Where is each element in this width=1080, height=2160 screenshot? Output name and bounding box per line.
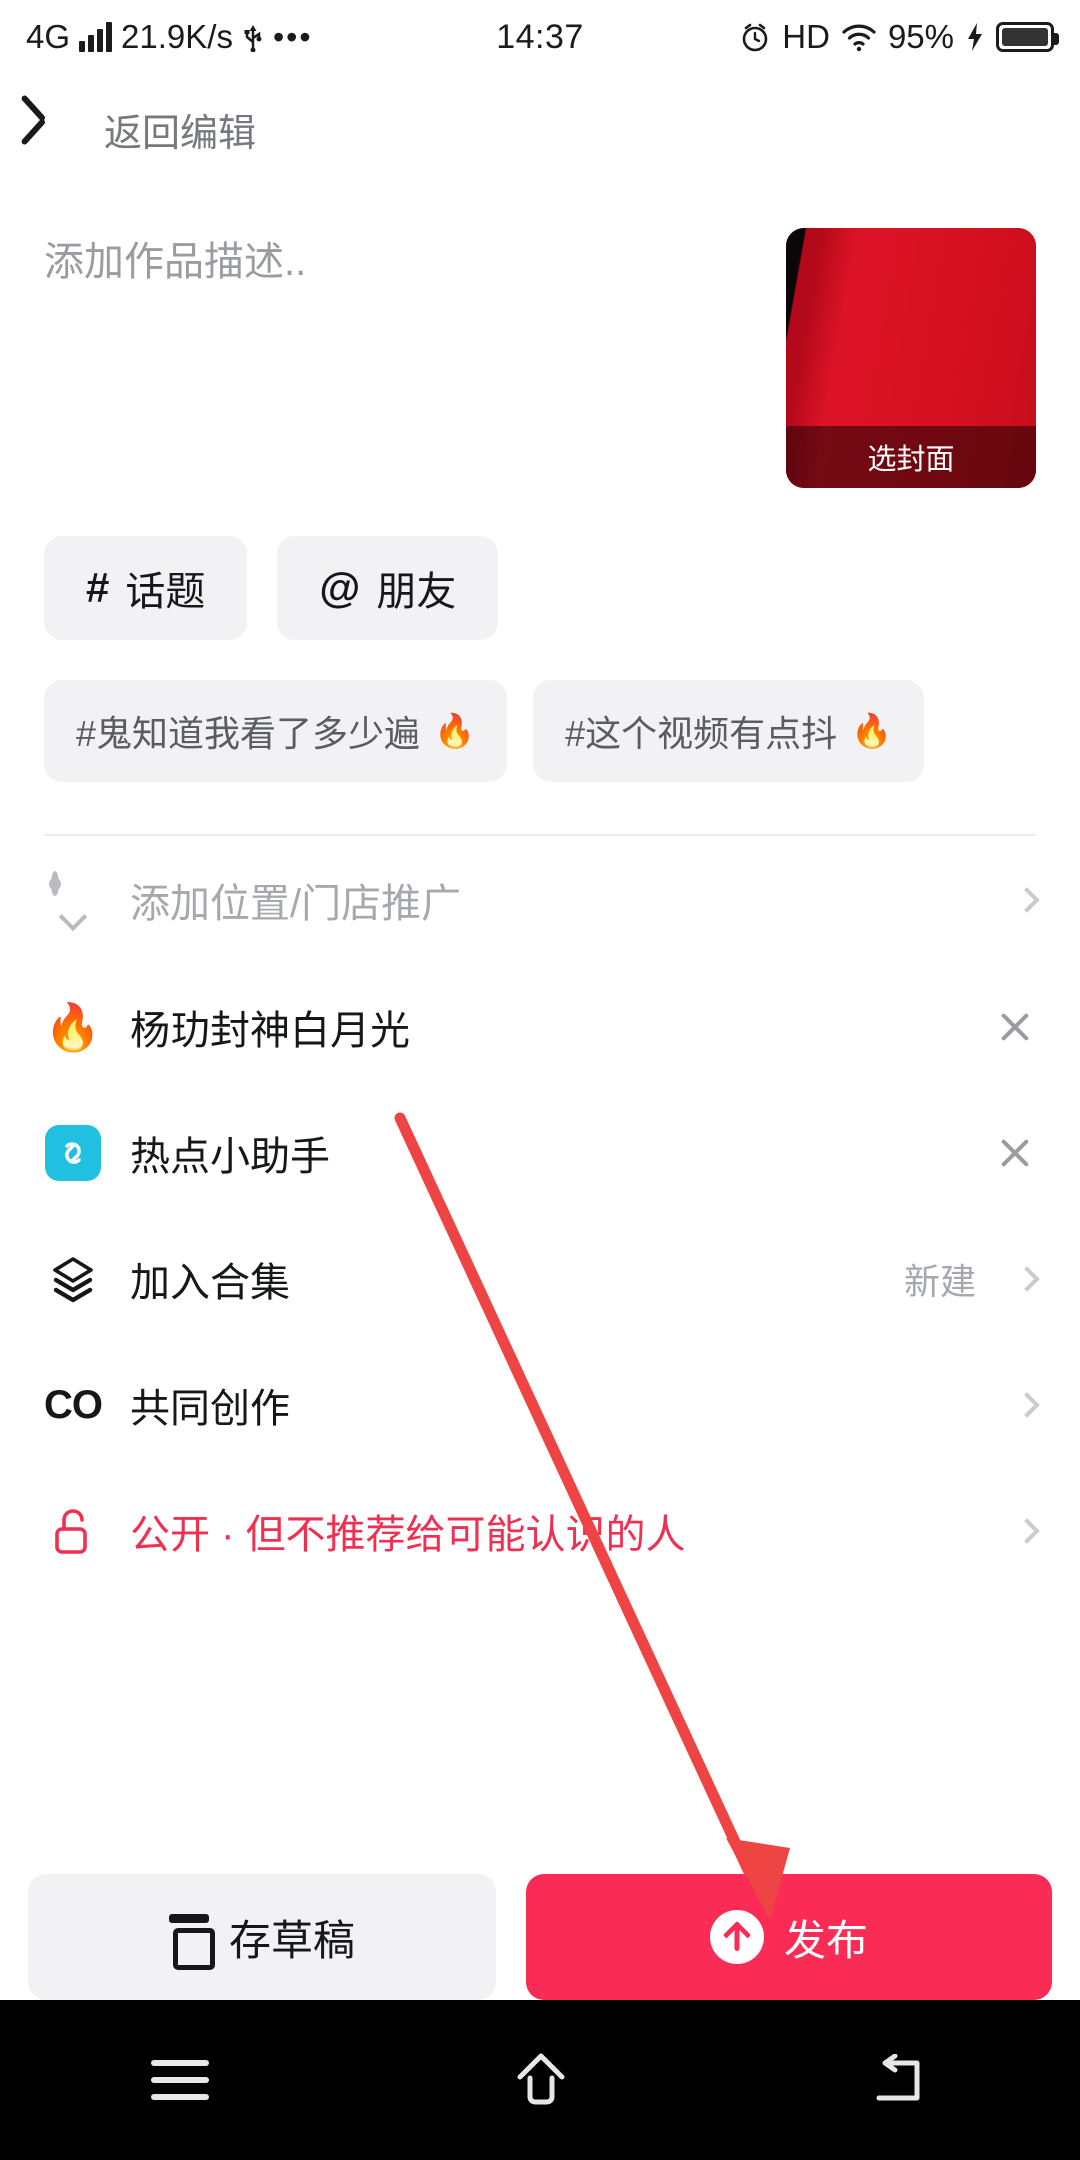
select-cover-button[interactable]: 选封面 — [786, 426, 1036, 488]
topic-chip-label: 话题 — [125, 570, 206, 614]
at-icon: @ — [319, 564, 361, 611]
suggested-hashtag[interactable]: #这个视频有点抖 🔥 — [533, 680, 925, 782]
back-glyph-icon — [876, 2053, 920, 2101]
alarm-icon — [742, 23, 768, 52]
home-icon[interactable] — [510, 2050, 572, 2110]
flame-icon: 🔥 — [434, 711, 476, 749]
suggested-hashtag-label: #这个视频有点抖 — [565, 713, 838, 754]
co-icon: CO — [44, 1382, 103, 1427]
chevron-right-icon[interactable] — [1014, 887, 1040, 913]
friend-chip-label: 朋友 — [376, 570, 457, 614]
battery-icon — [996, 22, 1059, 52]
hd-label: HD — [782, 18, 830, 55]
draft-box-icon — [168, 1914, 215, 1970]
flame-emoji-icon: 🔥 — [44, 1000, 102, 1053]
options-list: 添加位置/门店推广 🔥 杨玏封神白月光 热点小助手 加入合集 新建 CO 共同创… — [0, 836, 1080, 1594]
friend-chip[interactable]: @ 朋友 — [277, 536, 499, 640]
recents-icon[interactable] — [150, 2060, 209, 2100]
upload-arrow-icon — [709, 1910, 764, 1964]
assistant-glyph-icon — [65, 1142, 81, 1164]
unlock-icon — [44, 1505, 102, 1557]
system-navigation-bar — [0, 2000, 1080, 2160]
remove-hot-assistant-button[interactable] — [992, 1131, 1036, 1175]
back-icon[interactable] — [873, 2053, 929, 2106]
hot-topic-row[interactable]: 🔥 杨玏封神白月光 — [44, 964, 1036, 1090]
unlock-glyph-icon — [55, 1509, 87, 1554]
wifi-icon — [842, 24, 876, 52]
location-pin-icon — [44, 871, 102, 925]
location-row-label: 添加位置/门店推广 — [130, 882, 462, 926]
chevron-left-icon[interactable] — [40, 105, 70, 153]
co-creation-row[interactable]: CO 共同创作 — [44, 1342, 1040, 1468]
hot-assistant-row[interactable]: 热点小助手 — [44, 1090, 1036, 1216]
hot-assistant-row-label: 热点小助手 — [130, 1135, 330, 1179]
suggested-hashtag[interactable]: #鬼知道我看了多少遍 🔥 — [44, 680, 508, 782]
collection-row-label: 加入合集 — [130, 1261, 290, 1305]
chevron-right-icon[interactable] — [1014, 1518, 1040, 1544]
suggested-hashtag-label: #鬼知道我看了多少遍 — [76, 713, 421, 754]
cover-thumbnail[interactable]: 选封面 — [786, 228, 1036, 488]
collection-row-trailing: 新建 — [903, 1261, 976, 1302]
description-input[interactable]: 添加作品描述.. — [44, 228, 766, 288]
privacy-row[interactable]: 公开 · 但不推荐给可能认识的人 — [44, 1468, 1040, 1594]
hot-assistant-app-icon — [44, 1125, 102, 1181]
lightning-icon — [968, 23, 982, 51]
hash-icon: # — [86, 564, 110, 611]
page-title[interactable]: 返回编辑 — [104, 102, 256, 157]
chevron-right-icon[interactable] — [1014, 1392, 1040, 1418]
topic-chip[interactable]: # 话题 — [44, 536, 248, 640]
co-creation-row-label: 共同创作 — [130, 1387, 290, 1431]
suggested-hashtag-row: #鬼知道我看了多少遍 🔥 #这个视频有点抖 🔥 — [0, 640, 1080, 782]
publish-button[interactable]: 发布 — [526, 1874, 1052, 2000]
collection-row[interactable]: 加入合集 新建 — [44, 1216, 1040, 1342]
description-section: 添加作品描述.. 选封面 — [0, 184, 1080, 488]
location-row[interactable]: 添加位置/门店推广 — [44, 836, 1040, 964]
status-right: HD 95% — [739, 0, 1059, 74]
chevron-right-icon[interactable] — [1014, 1266, 1040, 1292]
save-draft-label: 存草稿 — [228, 1916, 355, 1964]
flame-icon: 🔥 — [851, 711, 893, 749]
page-header: 返回编辑 — [0, 74, 1080, 184]
layers-icon — [44, 1253, 102, 1305]
description-column: 添加作品描述.. — [44, 228, 766, 488]
insert-chip-row: # 话题 @ 朋友 — [0, 488, 1080, 640]
publish-label: 发布 — [783, 1916, 868, 1964]
home-glyph-icon — [517, 2053, 565, 2105]
layers-glyph-icon — [53, 1257, 93, 1303]
status-bar: 4G 21.9K/s ••• 14:37 HD 95% — [0, 0, 1080, 74]
battery-percent-label: 95% — [887, 18, 954, 55]
remove-hot-topic-button[interactable] — [992, 1005, 1036, 1049]
bottom-action-bar: 存草稿 发布 — [0, 1874, 1080, 2000]
hot-topic-row-label: 杨玏封神白月光 — [130, 1009, 410, 1053]
save-draft-button[interactable]: 存草稿 — [28, 1874, 496, 2000]
privacy-row-label: 公开 · 但不推荐给可能认识的人 — [130, 1513, 686, 1557]
